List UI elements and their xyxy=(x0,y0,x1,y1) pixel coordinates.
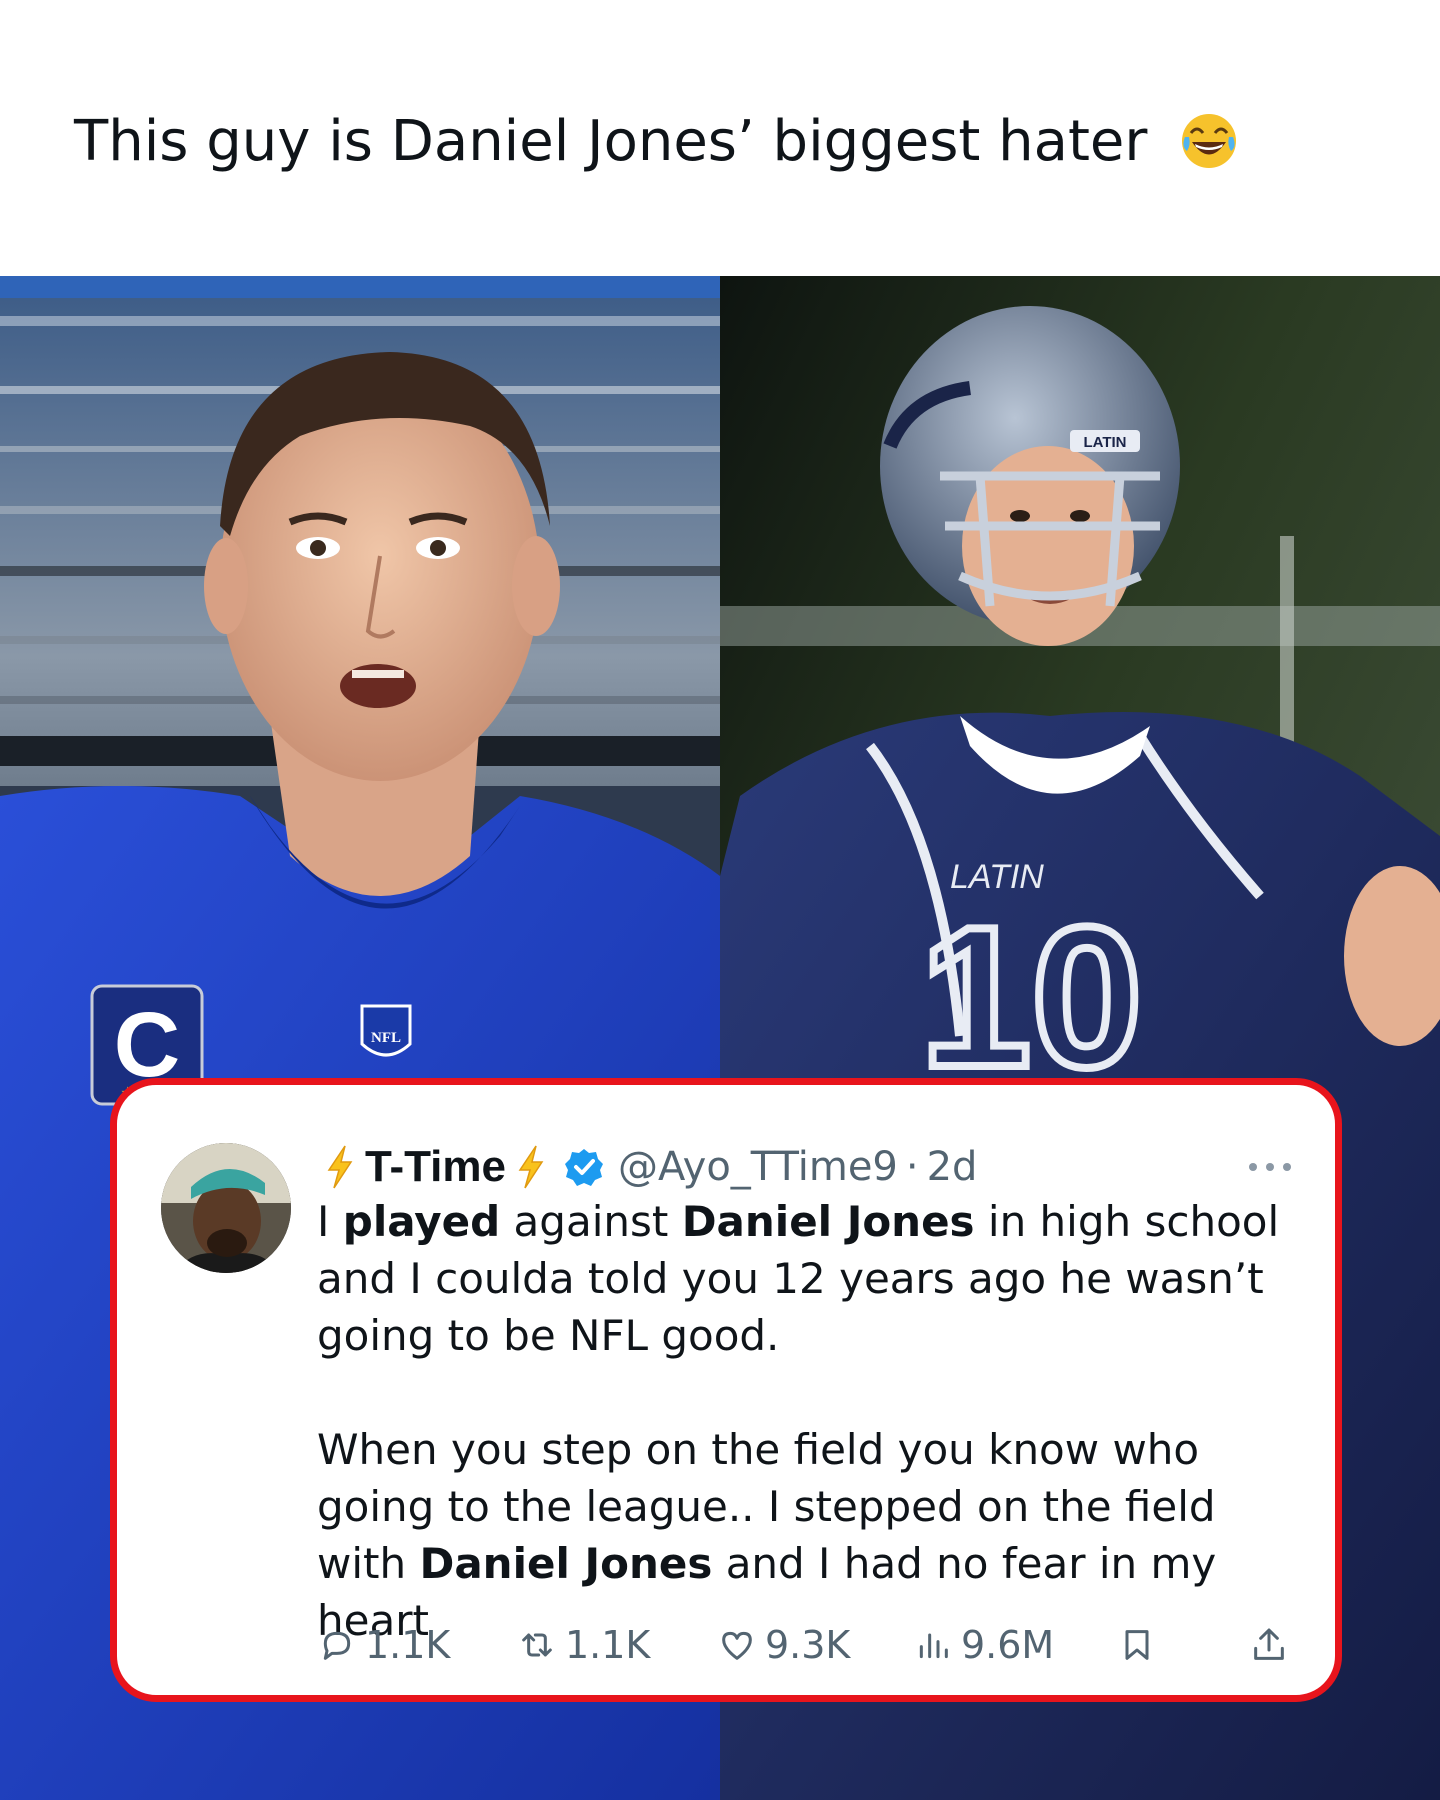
embedded-tweet-card[interactable]: T-Time @Ayo_TTime9 · 2d I played against… xyxy=(110,1078,1342,1702)
text-run: I xyxy=(317,1197,343,1246)
avatar[interactable] xyxy=(161,1143,291,1273)
view-count: 9.6M xyxy=(961,1623,1055,1667)
text-run: against xyxy=(500,1197,682,1246)
repost-icon xyxy=(522,1633,552,1657)
more-options-icon[interactable] xyxy=(1245,1157,1295,1177)
repost-count: 1.1K xyxy=(565,1623,651,1667)
helmet-text: LATIN xyxy=(1083,434,1126,451)
text-run-bold: Daniel Jones xyxy=(419,1539,713,1588)
bookmark-icon xyxy=(1125,1630,1149,1660)
reply-icon xyxy=(323,1631,351,1660)
like-count: 9.3K xyxy=(765,1623,851,1667)
high-voltage-icon xyxy=(518,1145,544,1189)
bookmark-button[interactable] xyxy=(1117,1617,1165,1673)
text-run-bold: Daniel Jones xyxy=(681,1197,975,1246)
avatar-image xyxy=(161,1143,291,1273)
tweet-header: T-Time @Ayo_TTime9 · 2d xyxy=(325,1137,1295,1197)
reply-count: 1.1K xyxy=(365,1623,451,1667)
share-button[interactable] xyxy=(1249,1617,1297,1673)
display-name[interactable]: T-Time xyxy=(365,1142,506,1192)
tweet-timestamp[interactable]: 2d xyxy=(927,1144,978,1190)
high-voltage-icon xyxy=(327,1145,353,1189)
tweet-text: I played against Daniel Jones in high sc… xyxy=(317,1193,1307,1649)
text-run-bold: played xyxy=(342,1197,501,1246)
repost-button[interactable]: 1.1K xyxy=(517,1617,650,1673)
face-with-tears-of-joy-icon xyxy=(1182,113,1237,168)
separator-dot: · xyxy=(905,1144,919,1190)
nfl-logo-text: NFL xyxy=(371,1030,401,1046)
views-chart-icon xyxy=(919,1633,948,1659)
tweet-paragraph-2: When you step on the field you know who … xyxy=(317,1421,1307,1649)
post-caption-text: This guy is Daniel Jones’ biggest hater xyxy=(74,109,1148,174)
reply-button[interactable]: 1.1K xyxy=(317,1617,450,1673)
tweet-paragraph-1: I played against Daniel Jones in high sc… xyxy=(317,1193,1307,1364)
tweet-handle[interactable]: @Ayo_TTime9 xyxy=(618,1144,898,1190)
heart-icon xyxy=(722,1631,752,1660)
views-button[interactable]: 9.6M xyxy=(913,1617,1054,1673)
verified-badge-icon xyxy=(565,1149,604,1186)
post-caption: This guy is Daniel Jones’ biggest hater xyxy=(74,102,1374,182)
tweet-action-bar: 1.1K 1.1K 9.3K 9.6M xyxy=(317,1617,1297,1673)
like-button[interactable]: 9.3K xyxy=(717,1617,850,1673)
jersey-number: 10 xyxy=(920,886,1142,1109)
share-icon xyxy=(1254,1628,1284,1660)
